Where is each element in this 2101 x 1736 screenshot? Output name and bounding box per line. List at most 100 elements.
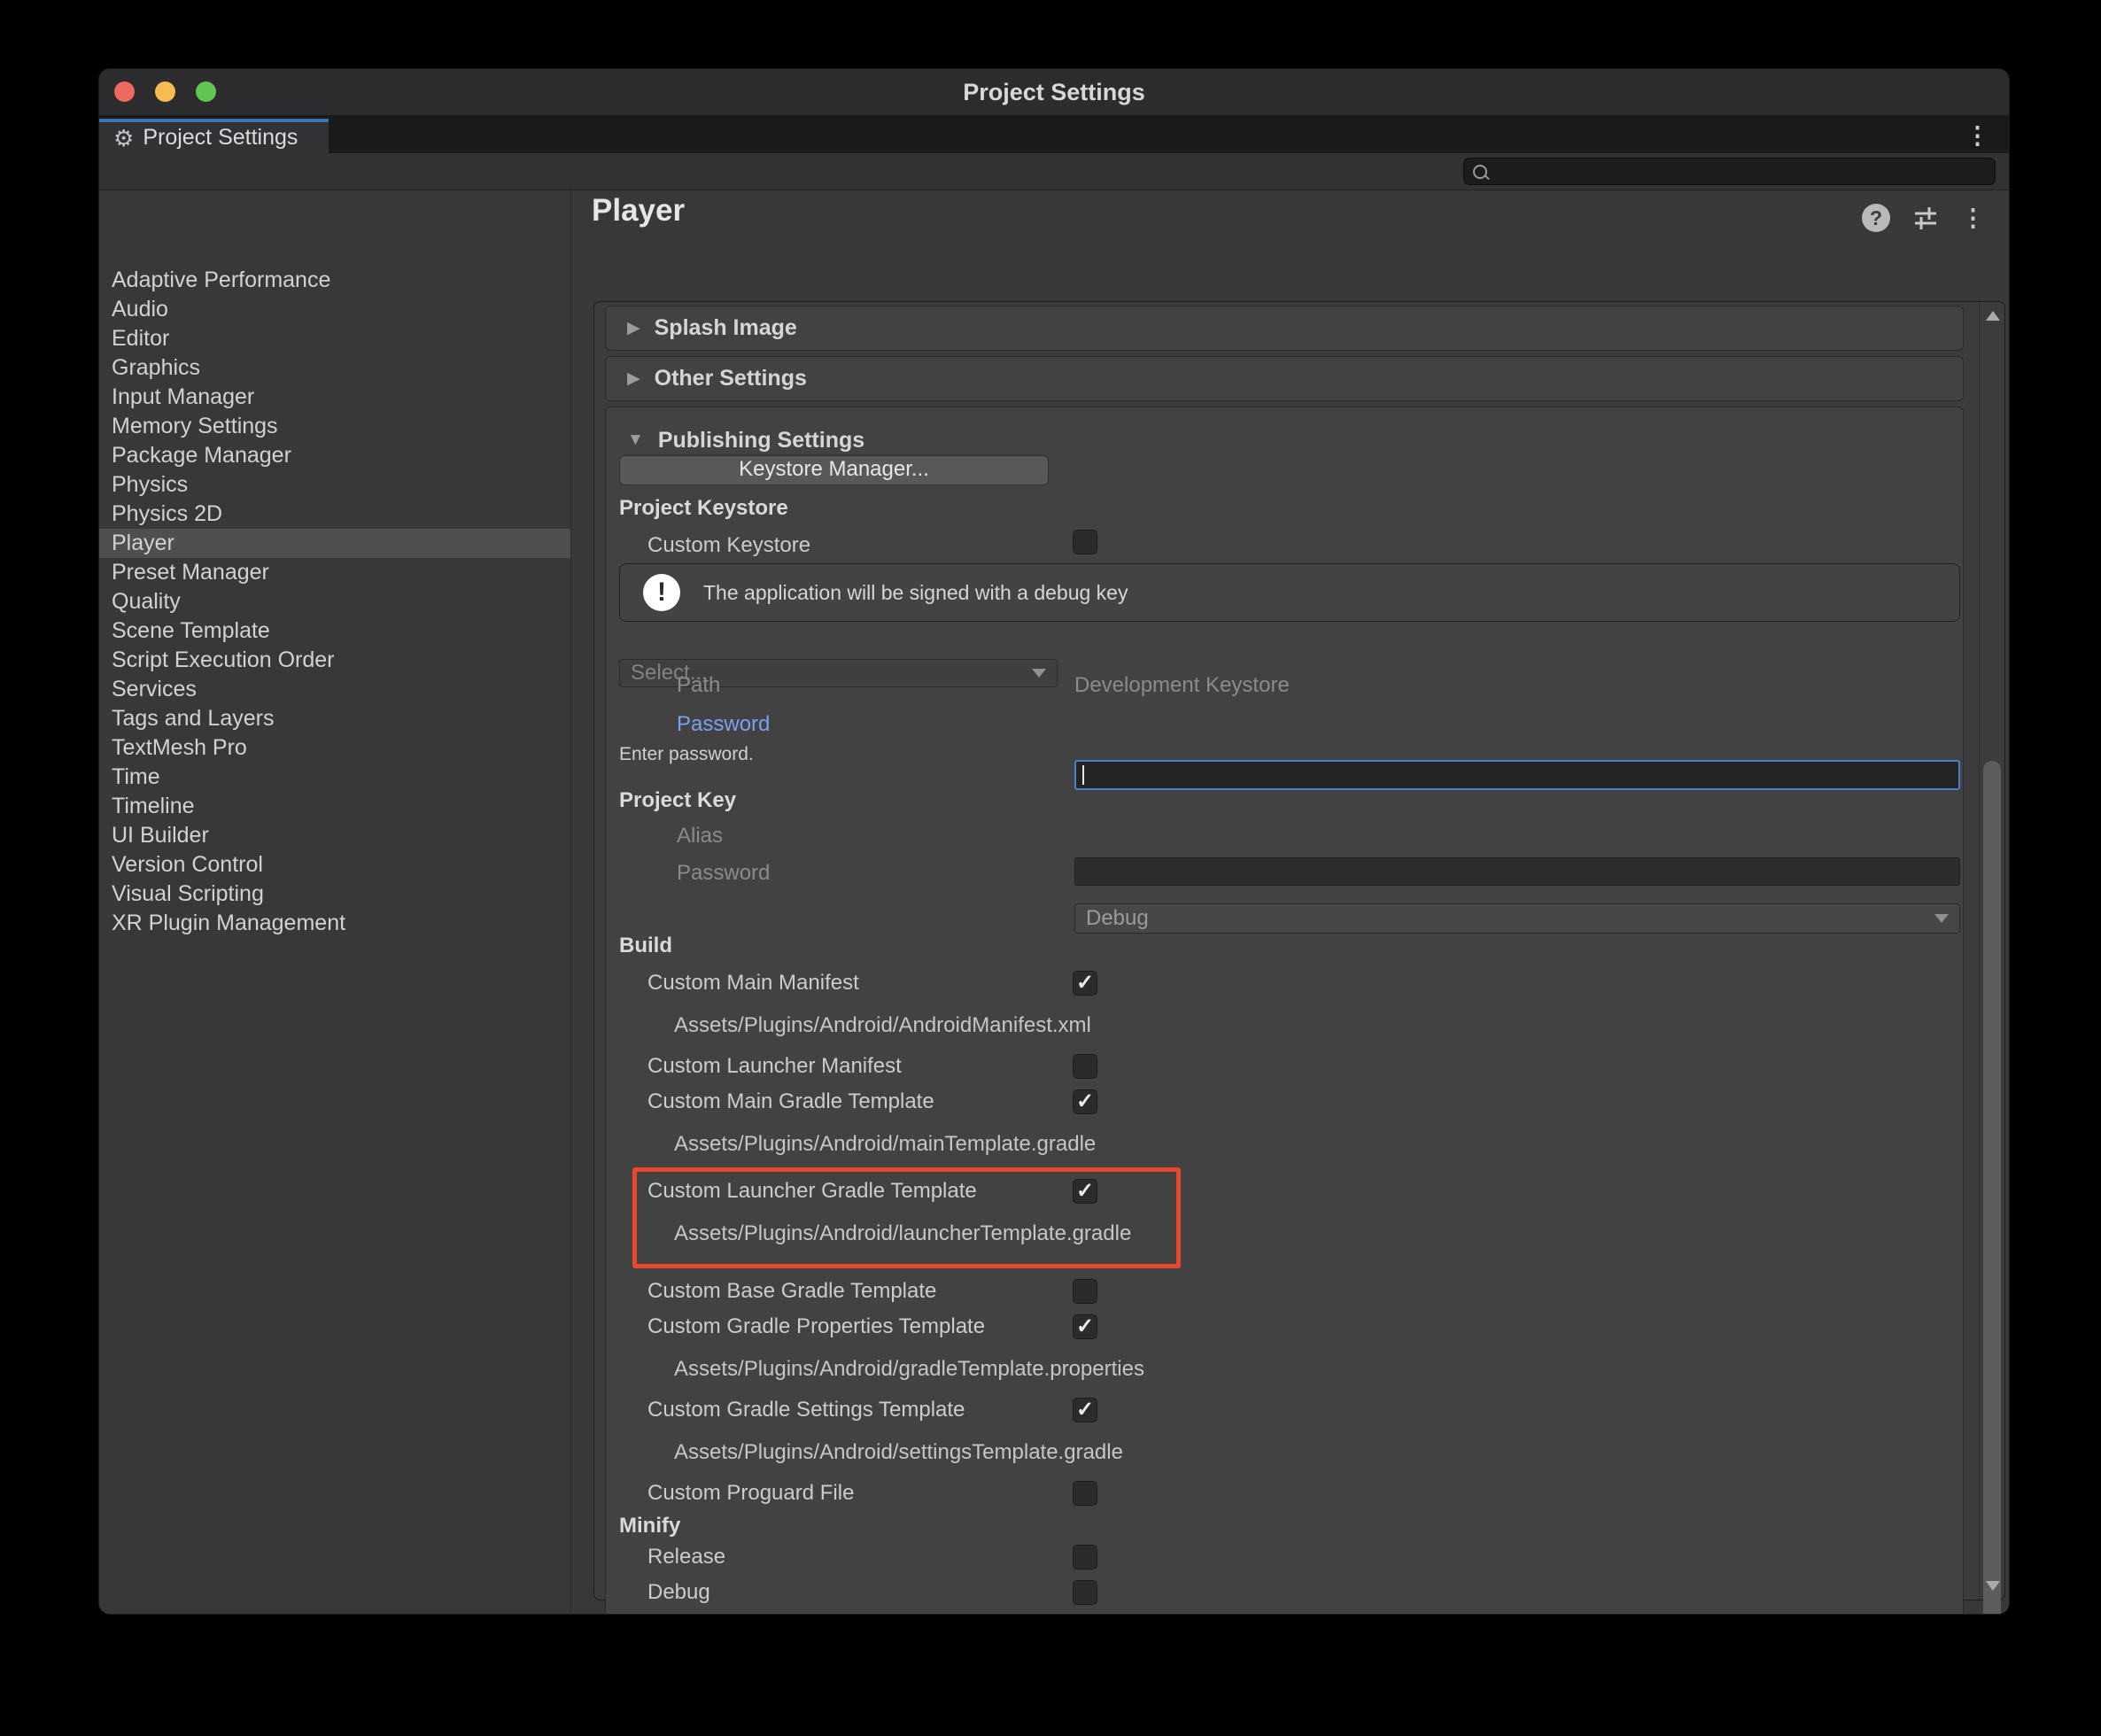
sidebar-item-script-execution-order[interactable]: Script Execution Order (99, 646, 570, 675)
section-splash-image[interactable]: ▶ Splash Image (605, 306, 1964, 351)
alias-dropdown[interactable]: Debug (1074, 903, 1960, 934)
checkbox-custom-main-gradle-template[interactable] (1073, 1089, 1097, 1114)
checkbox-release[interactable] (1073, 1545, 1097, 1569)
titlebar: Project Settings (99, 69, 2009, 115)
custom-keystore-label: Custom Keystore (647, 533, 810, 558)
setting-label: Custom Launcher Manifest (647, 1054, 902, 1079)
checkbox-custom-gradle-settings-template[interactable] (1073, 1398, 1097, 1422)
warning-icon: ! (643, 574, 680, 611)
setting-row: Debug (606, 1575, 1963, 1610)
setting-row: Custom Launcher Manifest (606, 1049, 1963, 1084)
sidebar-item-graphics[interactable]: Graphics (99, 353, 570, 383)
chevron-down-icon (1032, 669, 1046, 678)
info-box: ! The application will be signed with a … (619, 563, 1960, 622)
sidebar-item-xr-plugin-management[interactable]: XR Plugin Management (99, 909, 570, 938)
section-label: Publishing Settings (658, 428, 864, 453)
tabstrip-more-icon[interactable]: ⋮ (1965, 124, 1989, 148)
keystore-password-input[interactable] (1074, 760, 1960, 790)
checkbox-custom-base-gradle-template[interactable] (1073, 1279, 1097, 1304)
setting-row: Custom Proguard File (606, 1476, 1963, 1511)
page-title: Player (592, 193, 685, 229)
sidebar-item-editor[interactable]: Editor (99, 324, 570, 353)
project-settings-window: Project Settings ⚙ Project Settings ⋮ Ad… (99, 69, 2009, 1614)
asset-path: Assets/Plugins/Android/launcherTemplate.… (637, 1216, 1176, 1252)
tab-project-settings[interactable]: ⚙ Project Settings (99, 119, 329, 153)
keystore-manager-button[interactable]: Keystore Manager... (619, 455, 1049, 485)
setting-row: Custom Gradle Settings Template (606, 1392, 1963, 1428)
scroll-up-icon[interactable] (1986, 311, 2000, 321)
setting-label: Custom Main Manifest (647, 971, 859, 996)
scrollbar-thumb[interactable] (1983, 761, 2001, 1614)
sidebar-item-scene-template[interactable]: Scene Template (99, 616, 570, 646)
build-heading: Build (619, 934, 672, 958)
section-publishing-settings: ▼ Publishing Settings Keystore Manager..… (605, 407, 1964, 1614)
vertical-scrollbar[interactable] (1979, 302, 2004, 1600)
sidebar-item-input-manager[interactable]: Input Manager (99, 383, 570, 412)
setting-row: Custom Main Manifest (606, 965, 1963, 1001)
asset-path: Assets/Plugins/Android/settingsTemplate.… (606, 1435, 1963, 1470)
sidebar-item-audio[interactable]: Audio (99, 295, 570, 324)
sidebar-item-memory-settings[interactable]: Memory Settings (99, 412, 570, 441)
setting-row: Custom Main Gradle Template (606, 1084, 1963, 1120)
inspector-scrollview: ▶ Splash Image ▶ Other Settings ▼ Publis… (593, 301, 2005, 1600)
sidebar-item-adaptive-performance[interactable]: Adaptive Performance (99, 266, 570, 295)
chevron-down-icon (1934, 914, 1949, 923)
setting-row: Custom Launcher Gradle Template (637, 1174, 1176, 1209)
sidebar-item-physics-2d[interactable]: Physics 2D (99, 500, 570, 529)
scroll-down-icon[interactable] (1986, 1581, 2000, 1591)
sidebar-item-time[interactable]: Time (99, 763, 570, 792)
foldout-arrow-icon: ▼ (627, 430, 644, 450)
setting-label: Custom Gradle Properties Template (647, 1314, 985, 1339)
sidebar-item-textmesh-pro[interactable]: TextMesh Pro (99, 733, 570, 763)
section-other-settings[interactable]: ▶ Other Settings (605, 356, 1964, 401)
key-password-label: Password (677, 861, 770, 886)
sidebar-item-quality[interactable]: Quality (99, 587, 570, 616)
keystore-password-label: Password (677, 712, 770, 737)
sidebar-item-package-manager[interactable]: Package Manager (99, 441, 570, 470)
checkbox-debug[interactable] (1073, 1580, 1097, 1605)
sidebar-item-timeline[interactable]: Timeline (99, 792, 570, 821)
path-value: Development Keystore (1074, 673, 1290, 698)
key-password-input[interactable] (1074, 857, 1960, 886)
panel-more-icon[interactable]: ⋮ (1961, 206, 1985, 230)
sidebar-item-version-control[interactable]: Version Control (99, 850, 570, 880)
foldout-arrow-icon: ▶ (627, 318, 640, 338)
help-icon[interactable]: ? (1862, 204, 1890, 232)
checkbox-custom-launcher-gradle-template[interactable] (1073, 1179, 1097, 1204)
sidebar-item-player[interactable]: Player (99, 529, 570, 558)
sidebar-item-services[interactable]: Services (99, 675, 570, 704)
tab-strip: ⚙ Project Settings ⋮ (99, 115, 2009, 153)
setting-label: Custom Gradle Settings Template (647, 1398, 965, 1422)
presets-icon[interactable] (1911, 204, 1940, 232)
minify-heading: Minify (619, 1514, 680, 1538)
checkbox-custom-gradle-properties-template[interactable] (1073, 1314, 1097, 1339)
window-title: Project Settings (99, 69, 2009, 115)
setting-label: Custom Base Gradle Template (647, 1279, 936, 1304)
sidebar-item-physics[interactable]: Physics (99, 470, 570, 500)
toolbar (99, 153, 2009, 190)
sidebar-item-ui-builder[interactable]: UI Builder (99, 821, 570, 850)
project-key-heading: Project Key (619, 788, 736, 813)
setting-label: Release (647, 1545, 725, 1569)
gear-icon: ⚙ (113, 127, 134, 150)
sidebar-item-preset-manager[interactable]: Preset Manager (99, 558, 570, 587)
tab-label: Project Settings (143, 125, 298, 151)
checkbox-custom-main-manifest[interactable] (1073, 971, 1097, 996)
checkbox-custom-proguard-file[interactable] (1073, 1481, 1097, 1506)
path-label: Path (677, 673, 720, 698)
password-hint: Enter password. (619, 744, 754, 765)
setting-label: Custom Launcher Gradle Template (647, 1179, 977, 1204)
asset-path: Assets/Plugins/Android/gradleTemplate.pr… (606, 1352, 1963, 1387)
checkbox-custom-launcher-manifest[interactable] (1073, 1054, 1097, 1079)
section-label: Splash Image (655, 315, 797, 341)
project-keystore-heading: Project Keystore (619, 496, 788, 521)
sidebar-item-tags-and-layers[interactable]: Tags and Layers (99, 704, 570, 733)
search-box[interactable] (1463, 158, 1996, 185)
setting-label: Debug (647, 1580, 710, 1605)
sidebar-item-visual-scripting[interactable]: Visual Scripting (99, 880, 570, 909)
setting-label: Custom Proguard File (647, 1481, 854, 1506)
setting-label: Custom Main Gradle Template (647, 1089, 934, 1114)
settings-sidebar: Adaptive PerformanceAudioEditorGraphicsI… (99, 190, 571, 1614)
search-input[interactable] (1487, 159, 1995, 184)
custom-keystore-checkbox[interactable] (1073, 530, 1097, 554)
